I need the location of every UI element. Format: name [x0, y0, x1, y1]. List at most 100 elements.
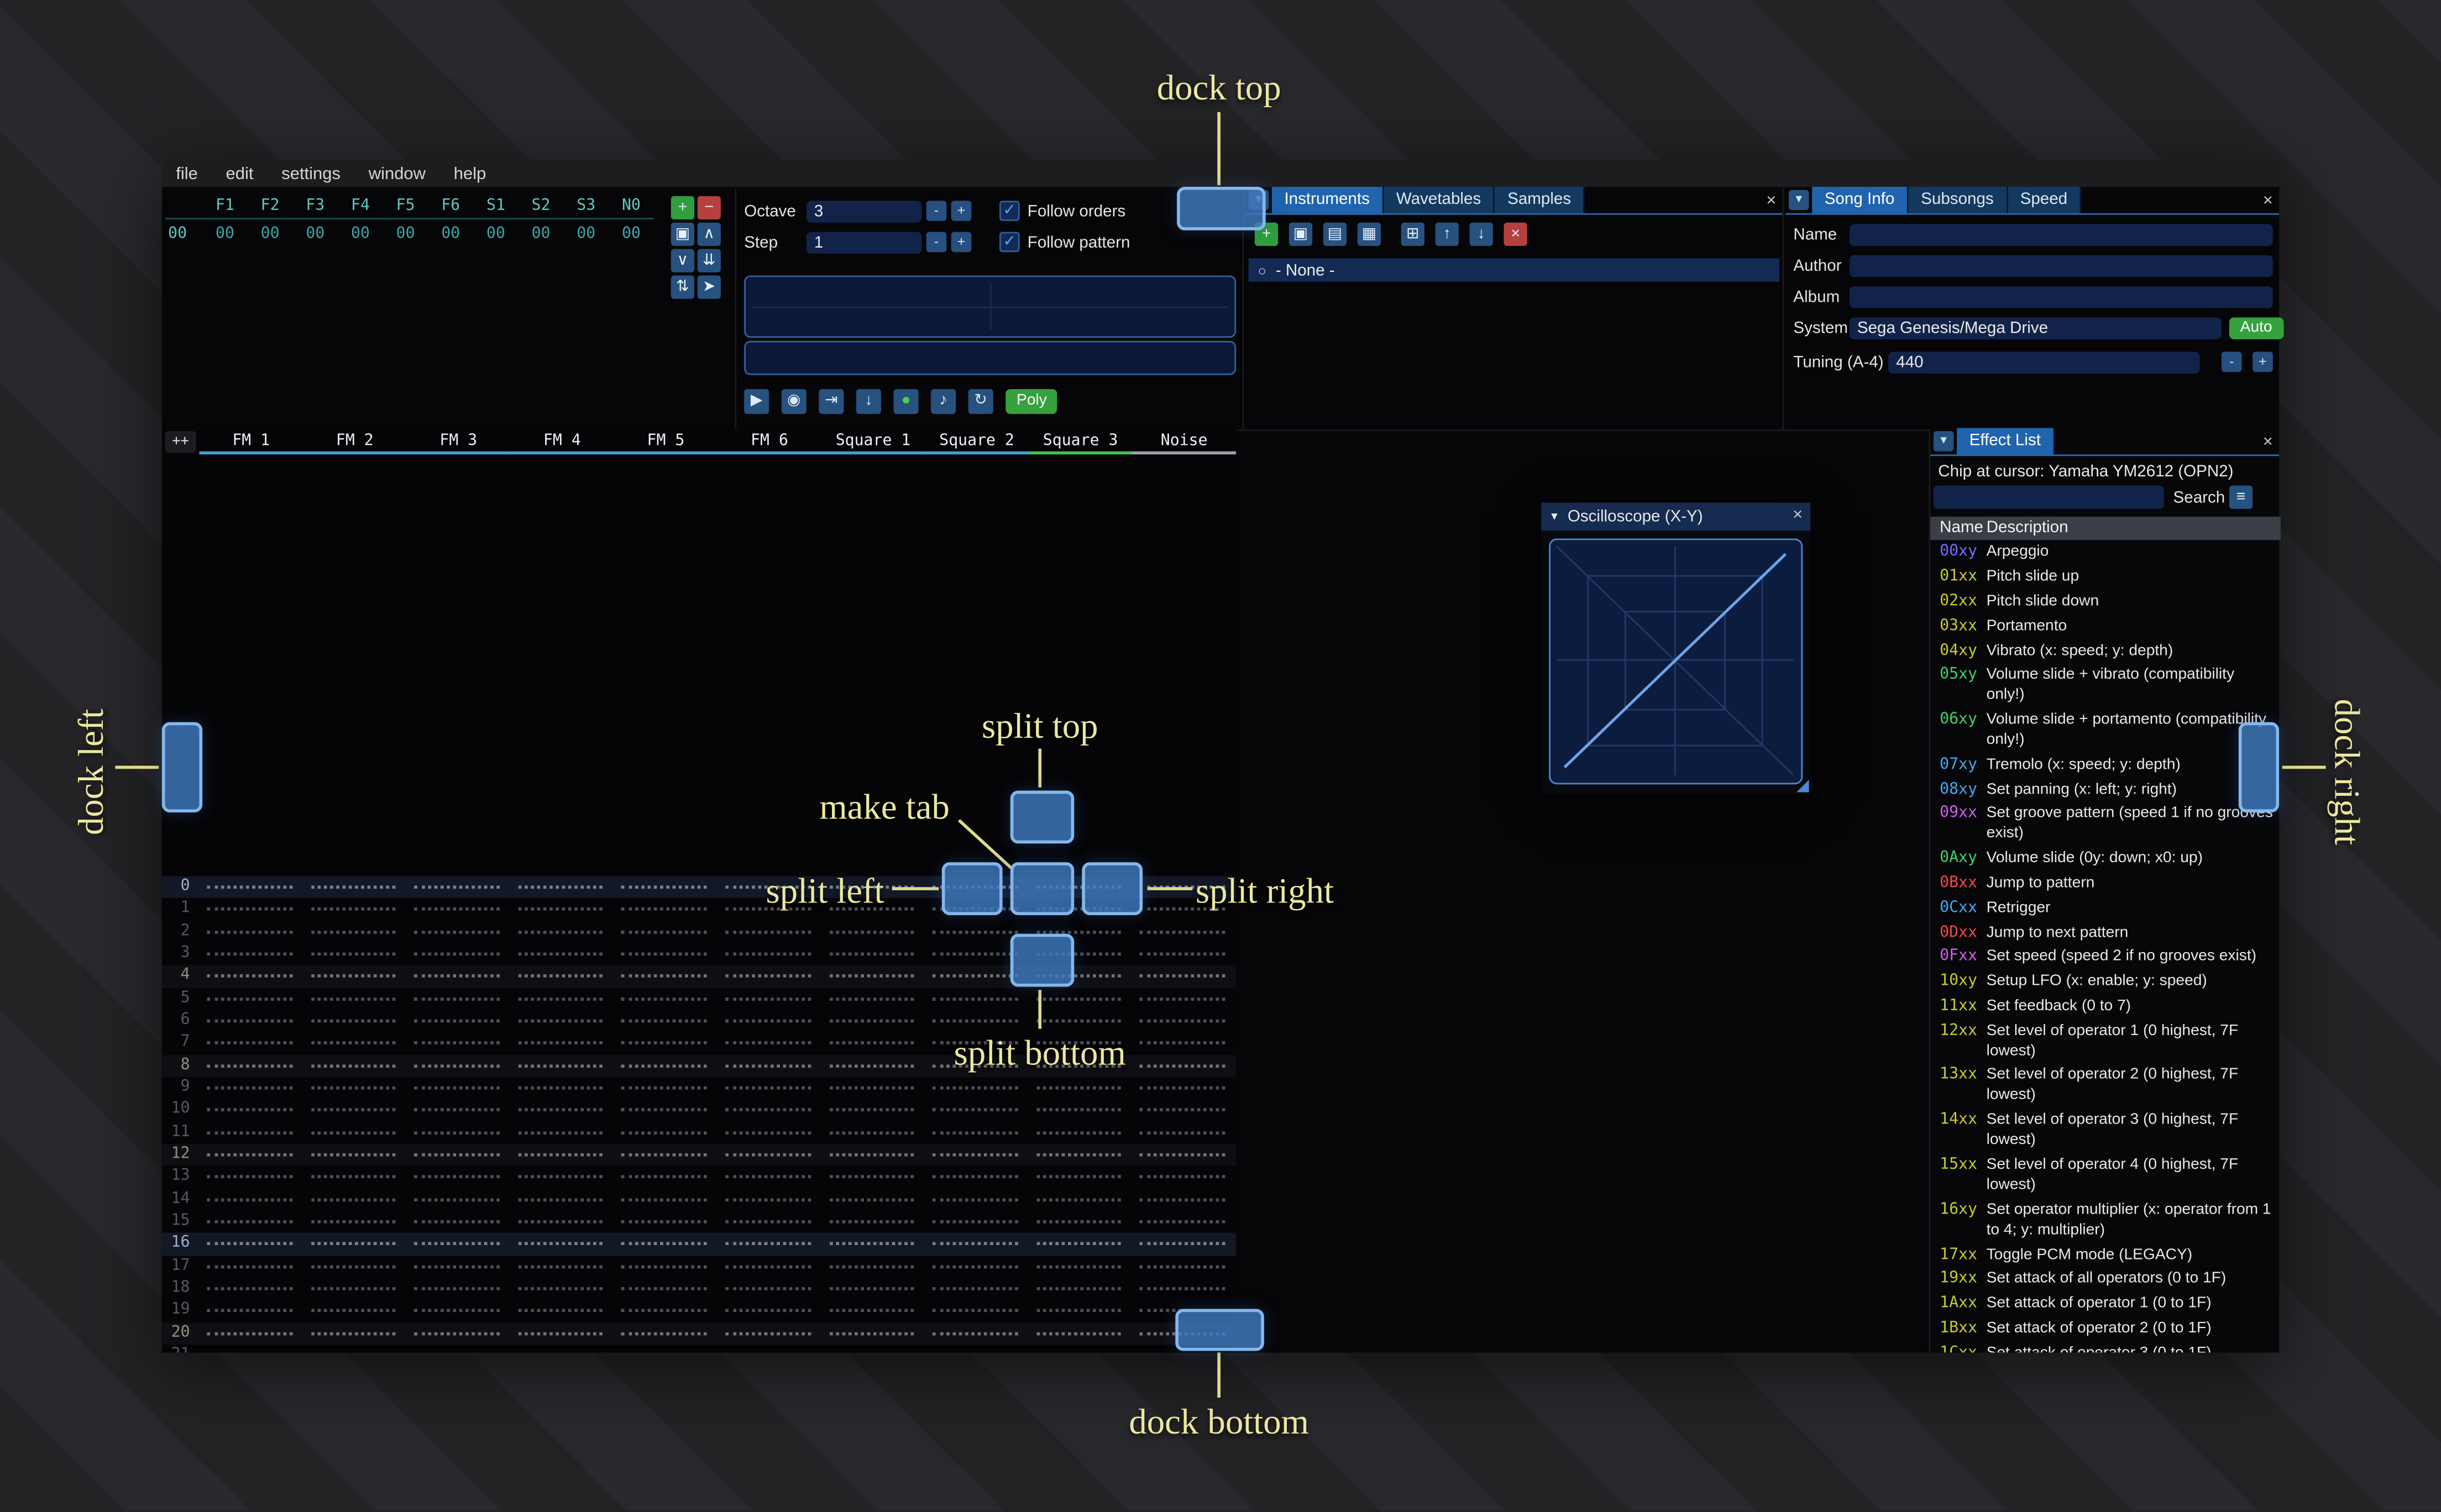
pattern-cell[interactable] [820, 1278, 924, 1300]
pattern-cell[interactable] [405, 1189, 509, 1211]
pattern-cell[interactable] [924, 1278, 1028, 1300]
menu-help[interactable]: help [439, 160, 500, 188]
pattern-cell[interactable] [716, 1322, 820, 1345]
dock-left-target[interactable] [161, 722, 203, 813]
channel-header-fm-4[interactable]: FM 4 [510, 429, 614, 456]
resize-grip[interactable] [1796, 779, 1809, 792]
pattern-cell[interactable] [509, 1144, 612, 1166]
pattern-cell[interactable] [509, 1032, 612, 1054]
pattern-cell[interactable] [924, 1077, 1028, 1099]
pattern-cell[interactable] [820, 1077, 924, 1099]
pattern-cell[interactable] [612, 1278, 716, 1300]
pattern-cell[interactable] [1027, 1166, 1131, 1188]
make-tab-target[interactable] [1010, 862, 1075, 915]
effect-list-menu-icon[interactable]: ≡ [2229, 485, 2253, 509]
pattern-cell[interactable] [198, 1166, 302, 1188]
pattern-cell[interactable] [1131, 1054, 1235, 1077]
pattern-cell[interactable] [716, 988, 820, 1010]
pattern-cell[interactable] [1027, 1278, 1131, 1300]
menu-edit[interactable]: edit [212, 160, 268, 188]
split-top-target[interactable] [1010, 790, 1075, 844]
pattern-cell[interactable] [612, 1189, 716, 1211]
pattern-cell[interactable] [509, 1054, 612, 1077]
orders-channel-f5[interactable]: F5 [383, 198, 428, 215]
order-cell-s1[interactable]: 00 [473, 225, 518, 243]
pattern-cell[interactable] [612, 965, 716, 988]
pattern-cell[interactable] [198, 1300, 302, 1322]
tab-effect-list[interactable]: Effect List [1957, 428, 2055, 455]
pattern-cell[interactable] [820, 1211, 924, 1233]
system-auto-button[interactable]: Auto [2229, 317, 2283, 339]
pattern-cell[interactable] [509, 921, 612, 943]
order-duplicate-button[interactable]: ▣ [671, 222, 695, 246]
pattern-cell[interactable] [509, 1099, 612, 1121]
pattern-cell[interactable] [716, 1166, 820, 1188]
pattern-cell[interactable] [301, 921, 405, 943]
pattern-cell[interactable] [198, 1054, 302, 1077]
pattern-cell[interactable] [1131, 1010, 1235, 1032]
pattern-cell[interactable] [716, 1077, 820, 1099]
author-field[interactable] [1849, 255, 2273, 277]
pattern-cell[interactable] [924, 1121, 1028, 1143]
pattern-cell[interactable] [198, 921, 302, 943]
pattern-cell[interactable] [301, 988, 405, 1010]
octave-increment-button[interactable]: + [951, 201, 972, 221]
orders-channel-f3[interactable]: F3 [292, 198, 338, 215]
pattern-cell[interactable] [509, 1010, 612, 1032]
tab-list-dropdown-icon[interactable]: ▼ [1933, 431, 1954, 452]
pattern-cell[interactable] [301, 1054, 405, 1077]
tuning-field[interactable]: 440 [1888, 351, 2200, 374]
pattern-cell[interactable] [405, 1166, 509, 1188]
pattern-cell[interactable] [509, 965, 612, 988]
pattern-cell[interactable] [405, 1211, 509, 1233]
pattern-cell[interactable] [301, 1189, 405, 1211]
pattern-cell[interactable] [301, 899, 405, 921]
instruments-close-button[interactable]: × [1766, 191, 1776, 210]
pattern-cell[interactable] [820, 943, 924, 965]
pattern-cell[interactable] [405, 965, 509, 988]
effect-search-input[interactable] [1933, 485, 2164, 509]
pattern-cell[interactable] [509, 1256, 612, 1278]
pattern-cell[interactable] [924, 1345, 1028, 1352]
pattern-cell[interactable] [405, 1099, 509, 1121]
instrument-duplicate-button[interactable]: ▣ [1288, 222, 1313, 246]
pattern-cell[interactable] [612, 1345, 716, 1352]
pattern-cell[interactable] [612, 1077, 716, 1099]
menu-settings[interactable]: settings [268, 160, 354, 188]
pattern-cell[interactable] [820, 921, 924, 943]
instrument-delete-button[interactable]: × [1504, 222, 1527, 246]
pattern-cell[interactable] [820, 1054, 924, 1077]
pattern-cell[interactable] [301, 1278, 405, 1300]
orders-channel-n0[interactable]: N0 [609, 198, 654, 215]
asset-tab-instruments[interactable]: Instruments [1271, 186, 1384, 213]
order-cell-f1[interactable]: 00 [202, 225, 248, 243]
pattern-cell[interactable] [301, 1345, 405, 1352]
system-field[interactable]: Sega Genesis/Mega Drive [1849, 317, 2222, 339]
pattern-cell[interactable] [716, 1278, 820, 1300]
pattern-cell[interactable] [1131, 1256, 1235, 1278]
tuning-increment-button[interactable]: + [2253, 351, 2273, 372]
pattern-cell[interactable] [509, 943, 612, 965]
pattern-cell[interactable] [405, 1278, 509, 1300]
pattern-cell[interactable] [612, 1233, 716, 1255]
pattern-cell[interactable] [612, 1322, 716, 1345]
pattern-cell[interactable] [509, 1278, 612, 1300]
pattern-cell[interactable] [1131, 943, 1235, 965]
channel-header-fm-3[interactable]: FM 3 [406, 429, 511, 456]
step-input[interactable]: 1 [806, 231, 922, 253]
pattern-cell[interactable] [1027, 1300, 1131, 1322]
stop-button[interactable]: ◉ [781, 389, 806, 414]
pattern-cell[interactable] [405, 1010, 509, 1032]
pattern-cell[interactable] [405, 988, 509, 1010]
pattern-cell[interactable] [301, 1300, 405, 1322]
pattern-cell[interactable] [1027, 1099, 1131, 1121]
pattern-cell[interactable] [612, 876, 716, 899]
pattern-cell[interactable] [198, 1345, 302, 1352]
instrument-move-down-button[interactable]: ↓ [1469, 222, 1493, 246]
pattern-cell[interactable] [820, 1322, 924, 1345]
pattern-cell[interactable] [716, 1233, 820, 1255]
pattern-cell[interactable] [1027, 1233, 1131, 1255]
pattern-cell[interactable] [301, 1211, 405, 1233]
pattern-cell[interactable] [612, 899, 716, 921]
pattern-cell[interactable] [612, 1054, 716, 1077]
